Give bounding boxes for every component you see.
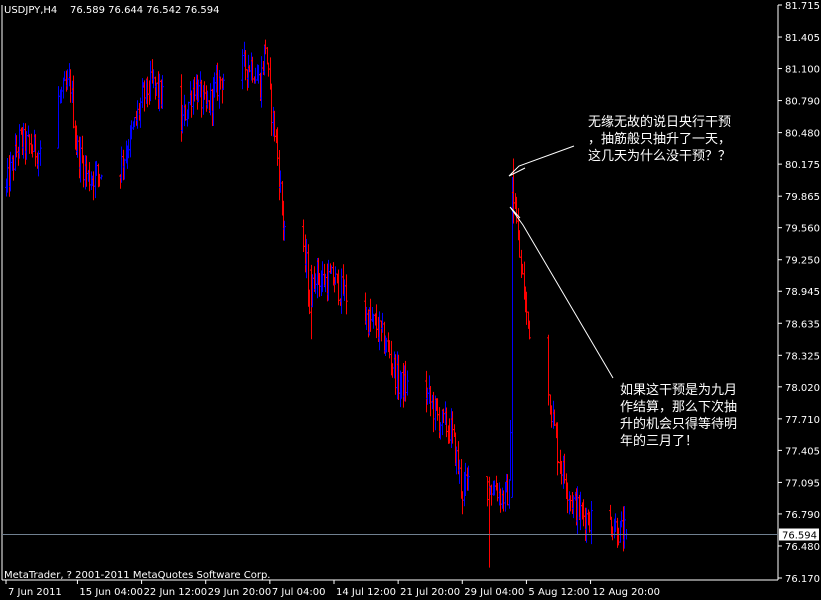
symbol-label: USDJPY,H4 (4, 5, 57, 16)
x-tick-label: 29 Jun 20:00 (208, 587, 272, 598)
axes-layer: 81.715 81.405 81.100 80.790 80.480 80.175 79.8… (1, 1, 820, 598)
price-chart[interactable]: 81.715 81.405 81.100 80.790 80.480 80.175 79.8… (0, 0, 821, 600)
price-bars (5, 39, 628, 568)
ohlc-bar (509, 419, 512, 481)
ohlc-bar (266, 47, 269, 65)
y-tick-label: 79.865 (785, 192, 820, 203)
ohlc-bar (590, 501, 593, 545)
ohlc-bar (209, 83, 212, 116)
callout-line-1 (508, 145, 575, 177)
ohlc-label: 76.589 76.644 76.542 76.594 (70, 5, 220, 16)
x-tick-label: 12 Aug 20:00 (593, 587, 660, 598)
y-tick-label: 79.250 (785, 256, 820, 267)
annotation-layer: 无缘无故的说日央行干预，抽筋般只抽升了一天，这几天为什么没干预？？ 如果这干预是为… (508, 114, 737, 449)
ohlc-bar (406, 370, 409, 396)
x-tick-label: 7 Jun 2011 (8, 587, 62, 598)
copyright-label: MetaTrader, ? 2001-2011 MetaQuotes Softw… (4, 570, 270, 581)
x-tick-label: 15 Jun 04:00 (79, 587, 143, 598)
ohlc-bar (120, 146, 123, 183)
annotation-line: 年的三月了！ (620, 433, 698, 449)
y-tick-label: 77.710 (785, 415, 820, 426)
y-tick-label: 76.480 (785, 542, 820, 553)
y-tick-label: 77.095 (785, 478, 820, 489)
annotation-line: 如果这干预是为九月 (620, 382, 737, 398)
x-tick-label: 14 Jul 12:00 (336, 587, 396, 598)
ohlc-bar (508, 479, 511, 509)
y-tick-label: 79.560 (785, 224, 820, 235)
ohlc-bar (39, 140, 42, 166)
annotation-line: 作结算，那么下次抽 (620, 399, 737, 415)
y-tick-label: 80.175 (785, 160, 820, 171)
annotation-line: 这几天为什么没干预？？ (588, 148, 731, 164)
y-tick-label: 77.405 (785, 446, 820, 457)
y-tick-label: 76.790 (785, 510, 820, 521)
x-tick-label: 29 Jul 04:00 (464, 587, 524, 598)
ohlc-bar (302, 219, 305, 252)
y-tick-label: 81.715 (785, 1, 820, 12)
y-tick-label: 80.790 (785, 97, 820, 108)
ohlc-bar (486, 476, 489, 507)
x-tick-label: 21 Jul 20:00 (400, 587, 460, 598)
y-tick-label: 78.635 (785, 319, 820, 330)
x-tick-label: 5 Aug 12:00 (528, 587, 589, 598)
ohlc-bar (345, 274, 348, 315)
y-tick-label: 81.100 (785, 65, 820, 76)
y-tick-label: 78.325 (785, 351, 820, 362)
x-tick-label: 7 Jul 04:00 (272, 587, 326, 598)
y-tick-label: 80.480 (785, 129, 820, 140)
y-tick-label: 78.020 (785, 383, 820, 394)
ohlc-bar (57, 86, 60, 149)
current-price-label: 76.594 (782, 531, 817, 542)
annotation-line: ，抽筋般只抽升了一天， (588, 131, 731, 147)
ohlc-bar (100, 174, 103, 180)
ohlc-bar (270, 83, 273, 136)
annotation-text-1: 无缘无故的说日央行干预，抽筋般只抽升了一天，这几天为什么没干预？？ (588, 114, 731, 164)
ohlc-bar (267, 62, 270, 77)
y-tick-label: 81.405 (785, 33, 820, 44)
chart-window: 81.715 81.405 81.100 80.790 80.480 80.175 79.8… (0, 0, 821, 600)
x-tick-label: 22 Jun 12:00 (144, 587, 208, 598)
ohlc-bar (511, 177, 514, 498)
annotation-line: 无缘无故的说日央行干预 (588, 114, 731, 130)
y-tick-label: 78.945 (785, 287, 820, 298)
annotation-text-2: 如果这干预是为九月作结算，那么下次抽升的机会只得等待明年的三月了！ (620, 382, 737, 449)
annotation-line: 升的机会只得等待明 (620, 416, 737, 432)
current-price-line: 76.594 (2, 528, 819, 542)
y-tick-label: 76.170 (785, 574, 820, 585)
ohlc-bar (340, 268, 343, 314)
